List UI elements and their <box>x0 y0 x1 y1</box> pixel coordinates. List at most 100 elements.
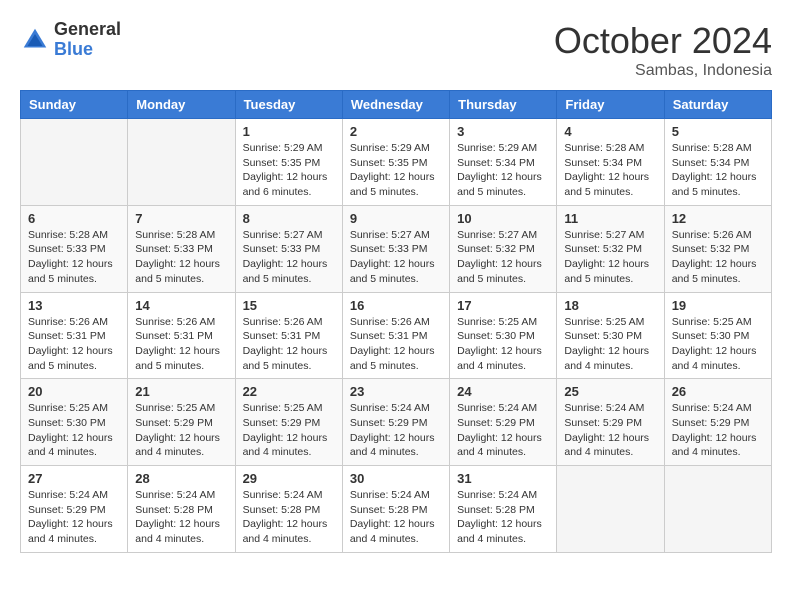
day-info: Sunrise: 5:24 AM Sunset: 5:28 PM Dayligh… <box>243 488 335 547</box>
day-number: 15 <box>243 298 335 313</box>
day-info: Sunrise: 5:25 AM Sunset: 5:29 PM Dayligh… <box>135 401 227 460</box>
day-number: 19 <box>672 298 764 313</box>
calendar-cell: 13Sunrise: 5:26 AM Sunset: 5:31 PM Dayli… <box>21 292 128 379</box>
calendar-week-row: 27 Sunrise: 5:24 AM Sunset: 5:29 PM Dayli… <box>21 466 772 553</box>
calendar-cell: 20 Sunrise: 5:25 AM Sunset: 5:30 PM Dayli… <box>21 379 128 466</box>
day-number: 2 <box>350 124 442 139</box>
day-info: Sunrise: 5:25 AM Sunset: 5:29 PM Dayligh… <box>243 401 335 460</box>
calendar-cell: 14 Sunrise: 5:26 AM Sunset: 5:31 PM Dayli… <box>128 292 235 379</box>
calendar-cell: 31Sunrise: 5:24 AM Sunset: 5:28 PM Dayli… <box>450 466 557 553</box>
day-number: 9 <box>350 211 442 226</box>
day-number: 11 <box>564 211 656 226</box>
calendar-cell <box>128 119 235 206</box>
calendar-cell: 5 Sunrise: 5:28 AM Sunset: 5:34 PM Daylig… <box>664 119 771 206</box>
calendar-cell: 2Sunrise: 5:29 AM Sunset: 5:35 PM Daylig… <box>342 119 449 206</box>
calendar-week-row: 20 Sunrise: 5:25 AM Sunset: 5:30 PM Dayli… <box>21 379 772 466</box>
day-number: 25 <box>564 384 656 399</box>
day-info: Sunrise: 5:24 AM Sunset: 5:28 PM Dayligh… <box>457 488 549 547</box>
calendar-cell <box>664 466 771 553</box>
day-info: Sunrise: 5:24 AM Sunset: 5:28 PM Dayligh… <box>135 488 227 547</box>
day-info: Sunrise: 5:29 AM Sunset: 5:34 PM Dayligh… <box>457 141 549 200</box>
day-number: 17 <box>457 298 549 313</box>
day-info: Sunrise: 5:25 AM Sunset: 5:30 PM Dayligh… <box>28 401 120 460</box>
logo-text: General Blue <box>54 20 121 60</box>
calendar-cell: 7Sunrise: 5:28 AM Sunset: 5:33 PM Daylig… <box>128 205 235 292</box>
calendar-cell: 9Sunrise: 5:27 AM Sunset: 5:33 PM Daylig… <box>342 205 449 292</box>
day-info: Sunrise: 5:27 AM Sunset: 5:32 PM Dayligh… <box>457 228 549 287</box>
calendar-cell: 29 Sunrise: 5:24 AM Sunset: 5:28 PM Dayli… <box>235 466 342 553</box>
day-number: 7 <box>135 211 227 226</box>
calendar-cell: 1 Sunrise: 5:29 AM Sunset: 5:35 PM Daylig… <box>235 119 342 206</box>
day-info: Sunrise: 5:24 AM Sunset: 5:29 PM Dayligh… <box>672 401 764 460</box>
calendar-cell <box>557 466 664 553</box>
column-header-tuesday: Tuesday <box>235 91 342 119</box>
day-number: 20 <box>28 384 120 399</box>
day-info: Sunrise: 5:28 AM Sunset: 5:33 PM Dayligh… <box>28 228 120 287</box>
day-info: Sunrise: 5:25 AM Sunset: 5:30 PM Dayligh… <box>457 315 549 374</box>
calendar-cell: 16 Sunrise: 5:26 AM Sunset: 5:31 PM Dayli… <box>342 292 449 379</box>
day-info: Sunrise: 5:29 AM Sunset: 5:35 PM Dayligh… <box>243 141 335 200</box>
calendar-cell: 12 Sunrise: 5:26 AM Sunset: 5:32 PM Dayli… <box>664 205 771 292</box>
calendar-cell: 3Sunrise: 5:29 AM Sunset: 5:34 PM Daylig… <box>450 119 557 206</box>
page-header: General Blue October 2024 Sambas, Indone… <box>20 20 772 80</box>
day-number: 1 <box>243 124 335 139</box>
day-number: 29 <box>243 471 335 486</box>
day-info: Sunrise: 5:26 AM Sunset: 5:32 PM Dayligh… <box>672 228 764 287</box>
day-info: Sunrise: 5:28 AM Sunset: 5:34 PM Dayligh… <box>672 141 764 200</box>
day-number: 12 <box>672 211 764 226</box>
day-number: 4 <box>564 124 656 139</box>
day-number: 10 <box>457 211 549 226</box>
calendar-cell: 25 Sunrise: 5:24 AM Sunset: 5:29 PM Dayli… <box>557 379 664 466</box>
calendar-cell: 26 Sunrise: 5:24 AM Sunset: 5:29 PM Dayli… <box>664 379 771 466</box>
calendar-week-row: 13Sunrise: 5:26 AM Sunset: 5:31 PM Dayli… <box>21 292 772 379</box>
calendar-cell: 18 Sunrise: 5:25 AM Sunset: 5:30 PM Dayli… <box>557 292 664 379</box>
day-number: 28 <box>135 471 227 486</box>
day-number: 18 <box>564 298 656 313</box>
calendar-cell: 30 Sunrise: 5:24 AM Sunset: 5:28 PM Dayli… <box>342 466 449 553</box>
day-number: 30 <box>350 471 442 486</box>
calendar-cell: 23Sunrise: 5:24 AM Sunset: 5:29 PM Dayli… <box>342 379 449 466</box>
day-info: Sunrise: 5:26 AM Sunset: 5:31 PM Dayligh… <box>350 315 442 374</box>
calendar-week-row: 1 Sunrise: 5:29 AM Sunset: 5:35 PM Daylig… <box>21 119 772 206</box>
day-info: Sunrise: 5:24 AM Sunset: 5:29 PM Dayligh… <box>564 401 656 460</box>
day-info: Sunrise: 5:25 AM Sunset: 5:30 PM Dayligh… <box>672 315 764 374</box>
day-number: 16 <box>350 298 442 313</box>
calendar-cell: 17 Sunrise: 5:25 AM Sunset: 5:30 PM Dayli… <box>450 292 557 379</box>
column-header-sunday: Sunday <box>21 91 128 119</box>
calendar-cell: 21 Sunrise: 5:25 AM Sunset: 5:29 PM Dayli… <box>128 379 235 466</box>
calendar-table: SundayMondayTuesdayWednesdayThursdayFrid… <box>20 90 772 553</box>
column-header-wednesday: Wednesday <box>342 91 449 119</box>
calendar-cell: 15 Sunrise: 5:26 AM Sunset: 5:31 PM Dayli… <box>235 292 342 379</box>
calendar-cell: 28 Sunrise: 5:24 AM Sunset: 5:28 PM Dayli… <box>128 466 235 553</box>
day-info: Sunrise: 5:24 AM Sunset: 5:29 PM Dayligh… <box>457 401 549 460</box>
day-info: Sunrise: 5:24 AM Sunset: 5:29 PM Dayligh… <box>350 401 442 460</box>
day-info: Sunrise: 5:26 AM Sunset: 5:31 PM Dayligh… <box>243 315 335 374</box>
column-header-saturday: Saturday <box>664 91 771 119</box>
day-info: Sunrise: 5:27 AM Sunset: 5:33 PM Dayligh… <box>243 228 335 287</box>
day-number: 24 <box>457 384 549 399</box>
calendar-week-row: 6 Sunrise: 5:28 AM Sunset: 5:33 PM Daylig… <box>21 205 772 292</box>
day-info: Sunrise: 5:25 AM Sunset: 5:30 PM Dayligh… <box>564 315 656 374</box>
logo-general: General <box>54 20 121 40</box>
calendar-cell: 19 Sunrise: 5:25 AM Sunset: 5:30 PM Dayli… <box>664 292 771 379</box>
day-info: Sunrise: 5:24 AM Sunset: 5:28 PM Dayligh… <box>350 488 442 547</box>
calendar-cell: 22Sunrise: 5:25 AM Sunset: 5:29 PM Dayli… <box>235 379 342 466</box>
calendar-cell <box>21 119 128 206</box>
calendar-cell: 8Sunrise: 5:27 AM Sunset: 5:33 PM Daylig… <box>235 205 342 292</box>
logo-blue: Blue <box>54 40 121 60</box>
day-number: 27 <box>28 471 120 486</box>
day-info: Sunrise: 5:26 AM Sunset: 5:31 PM Dayligh… <box>28 315 120 374</box>
day-info: Sunrise: 5:26 AM Sunset: 5:31 PM Dayligh… <box>135 315 227 374</box>
day-info: Sunrise: 5:27 AM Sunset: 5:32 PM Dayligh… <box>564 228 656 287</box>
day-number: 14 <box>135 298 227 313</box>
logo-icon <box>20 25 50 55</box>
calendar-cell: 6 Sunrise: 5:28 AM Sunset: 5:33 PM Daylig… <box>21 205 128 292</box>
day-info: Sunrise: 5:24 AM Sunset: 5:29 PM Dayligh… <box>28 488 120 547</box>
calendar-header-row: SundayMondayTuesdayWednesdayThursdayFrid… <box>21 91 772 119</box>
day-number: 5 <box>672 124 764 139</box>
day-number: 6 <box>28 211 120 226</box>
day-number: 26 <box>672 384 764 399</box>
day-number: 21 <box>135 384 227 399</box>
calendar-cell: 4Sunrise: 5:28 AM Sunset: 5:34 PM Daylig… <box>557 119 664 206</box>
logo: General Blue <box>20 20 121 60</box>
